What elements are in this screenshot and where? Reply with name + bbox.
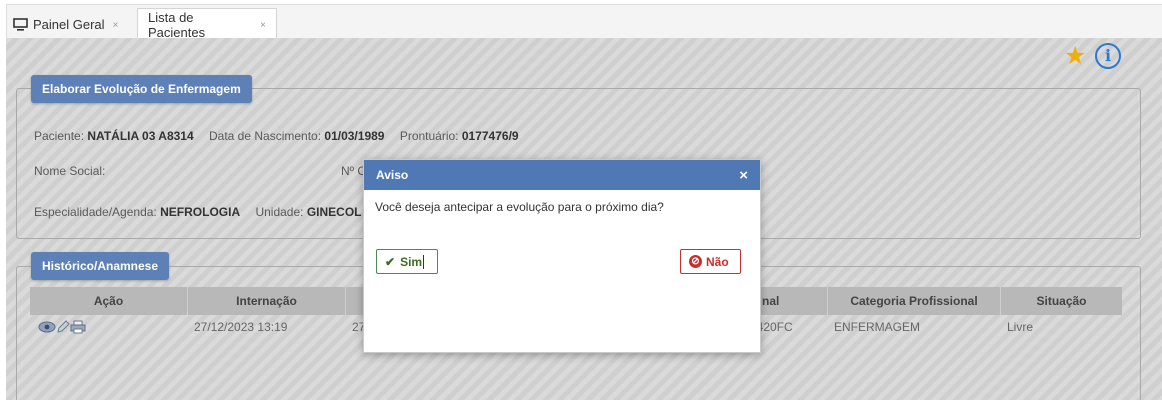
patient-name: NATÁLIA 03 A8314 [87, 129, 194, 143]
especialidade-line: Especialidade/Agenda: NEFROLOGIA Unidade… [34, 205, 362, 219]
tab-painel-geral[interactable]: Painel Geral × [7, 8, 135, 40]
tab-bar: Painel Geral × Lista de Pacientes × [6, 4, 1162, 40]
nao-button[interactable]: ⊘ Não [680, 249, 741, 274]
unidade: GINECOL [306, 205, 362, 219]
col-profissional[interactable]: nal [750, 287, 828, 315]
modal-header: Aviso × [364, 160, 760, 190]
tab-label: Lista de Pacientes [148, 9, 206, 40]
cell-categoria: ENFERMAGEM [834, 319, 921, 334]
cell-situacao: Livre [1007, 319, 1034, 334]
check-icon: ✔ [385, 254, 396, 269]
historico-legend: Histórico/Anamnese [31, 252, 170, 280]
tab-close-icon[interactable]: × [260, 20, 266, 31]
modal-message: Você deseja antecipar a evolução para o … [375, 200, 664, 214]
modal-title: Aviso [376, 168, 409, 182]
evolucao-legend: Elaborar Evolução de Enfermagem [31, 75, 252, 103]
text-cursor [423, 254, 425, 269]
nao-label: Não [706, 254, 729, 269]
especialidade: NEFROLOGIA [160, 205, 241, 219]
nome-social-label: Nome Social: [34, 164, 106, 178]
col-acao[interactable]: Ação [30, 287, 188, 315]
ban-icon: ⊘ [689, 255, 702, 268]
edit-icon[interactable] [56, 319, 70, 334]
tab-lista-pacientes[interactable]: Lista de Pacientes × [137, 8, 277, 40]
info-icon[interactable]: i [1095, 43, 1121, 69]
col-internacao[interactable]: Internação [188, 287, 346, 315]
star-icon[interactable]: ★ [1064, 44, 1086, 69]
birth-date: 01/03/1989 [324, 129, 385, 143]
eye-icon[interactable] [38, 321, 56, 333]
aviso-modal: Aviso × Você deseja antecipar a evolução… [363, 159, 761, 353]
tab-close-icon[interactable]: × [113, 20, 119, 31]
patient-info-line: Paciente: NATÁLIA 03 A8314 Data de Nasci… [34, 129, 519, 143]
prontuario: 0177476/9 [461, 129, 519, 143]
tab-label: Painel Geral [33, 16, 105, 32]
cell-internacao: 27/12/2023 13:19 [194, 319, 288, 334]
col-categoria[interactable]: Categoria Profissional [828, 287, 1001, 315]
col-situacao[interactable]: Situação [1001, 287, 1122, 315]
row-actions [30, 315, 188, 338]
close-icon[interactable]: × [739, 167, 748, 184]
sim-label: Sim [400, 254, 423, 269]
sim-button[interactable]: ✔ Sim [376, 249, 438, 274]
print-icon[interactable] [70, 320, 86, 334]
cell-profissional: 7420FC [750, 319, 793, 334]
monitor-icon [13, 17, 28, 31]
